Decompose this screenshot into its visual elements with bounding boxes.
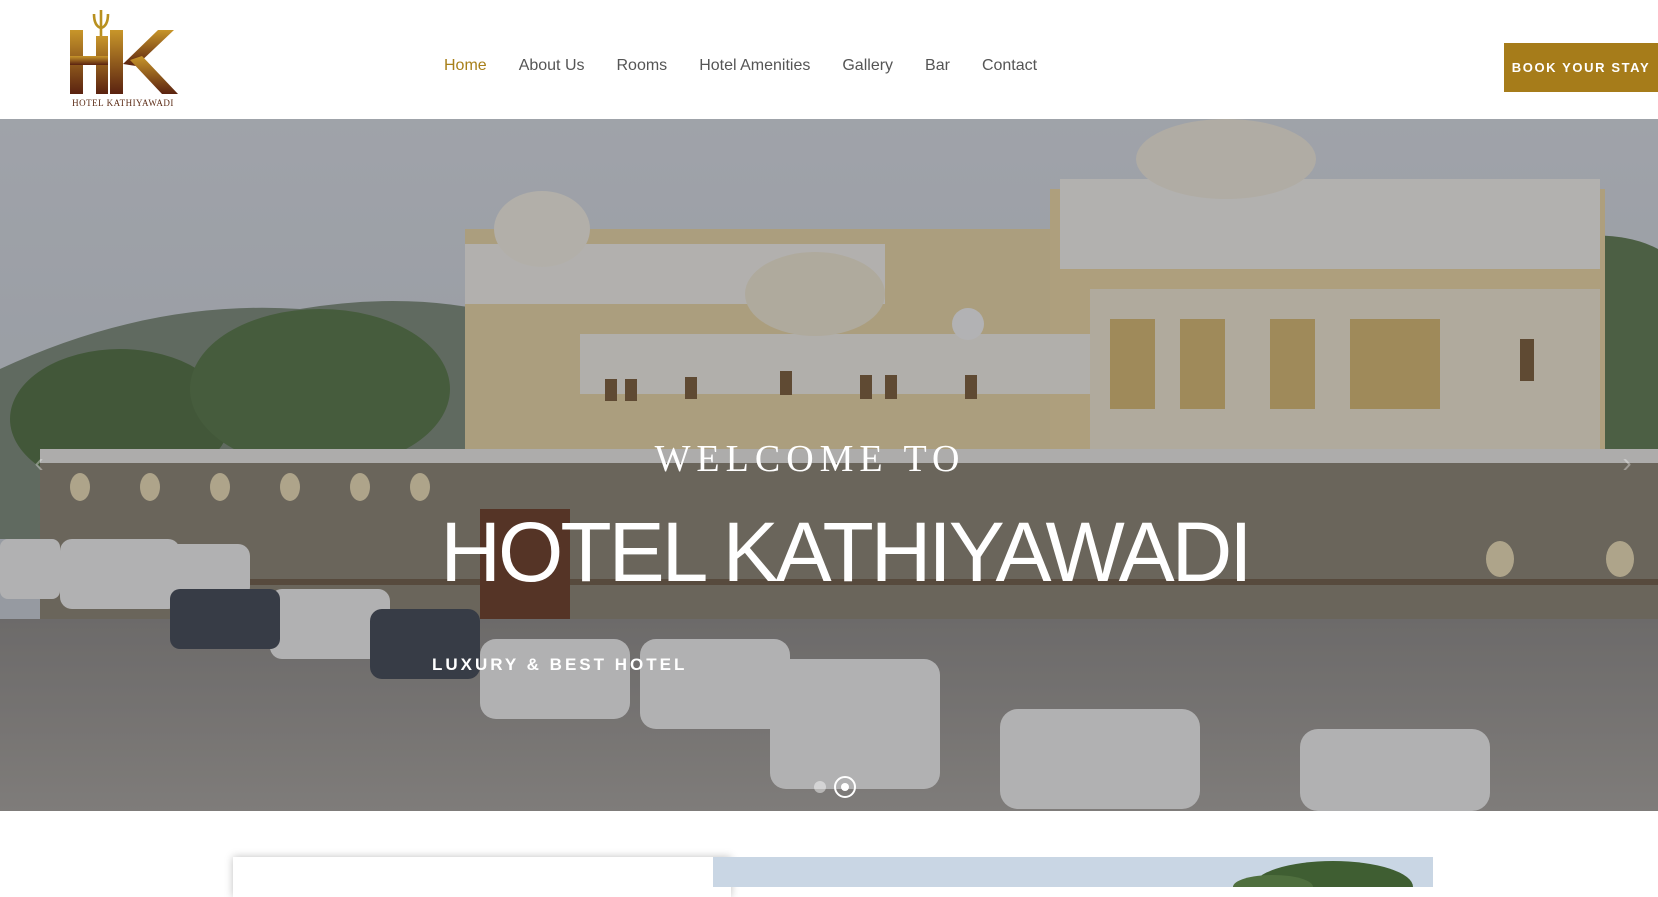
slide-dot-1[interactable] — [814, 781, 826, 793]
hotel-garden-photo — [713, 857, 1433, 887]
hotel-logo[interactable]: HOTEL KATHIYAWADI — [66, 6, 180, 110]
logo-wordmark: HOTEL KATHIYAWADI — [72, 98, 174, 108]
nav-bar[interactable]: Bar — [925, 52, 950, 82]
book-your-stay-button[interactable]: BOOK YOUR STAY — [1504, 43, 1658, 92]
hero-slider: ‹ › WELCOME TO HOTEL KATHIYAWADI LUXURY … — [0, 119, 1658, 811]
hero-title: HOTEL KATHIYAWADI — [440, 505, 1252, 599]
hk-monogram-logo — [70, 10, 178, 94]
site-header: HOTEL KATHIYAWADI Home About Us Rooms Ho… — [0, 0, 1658, 119]
hero-subtitle: LUXURY & BEST HOTEL — [432, 655, 688, 674]
nav-hotel-amenities[interactable]: Hotel Amenities — [699, 52, 810, 82]
hero-welcome-text: WELCOME TO — [654, 438, 966, 480]
nav-about-us[interactable]: About Us — [519, 52, 585, 82]
nav-gallery[interactable]: Gallery — [842, 52, 893, 82]
about-card — [233, 857, 731, 897]
nav-contact[interactable]: Contact — [982, 52, 1037, 82]
slider-pagination — [814, 775, 874, 799]
garden-image — [713, 857, 1433, 887]
slide-dot-2-active[interactable] — [834, 776, 856, 798]
main-nav: Home About Us Rooms Hotel Amenities Gall… — [444, 52, 1069, 82]
nav-home[interactable]: Home — [444, 52, 487, 82]
nav-rooms[interactable]: Rooms — [617, 52, 668, 82]
